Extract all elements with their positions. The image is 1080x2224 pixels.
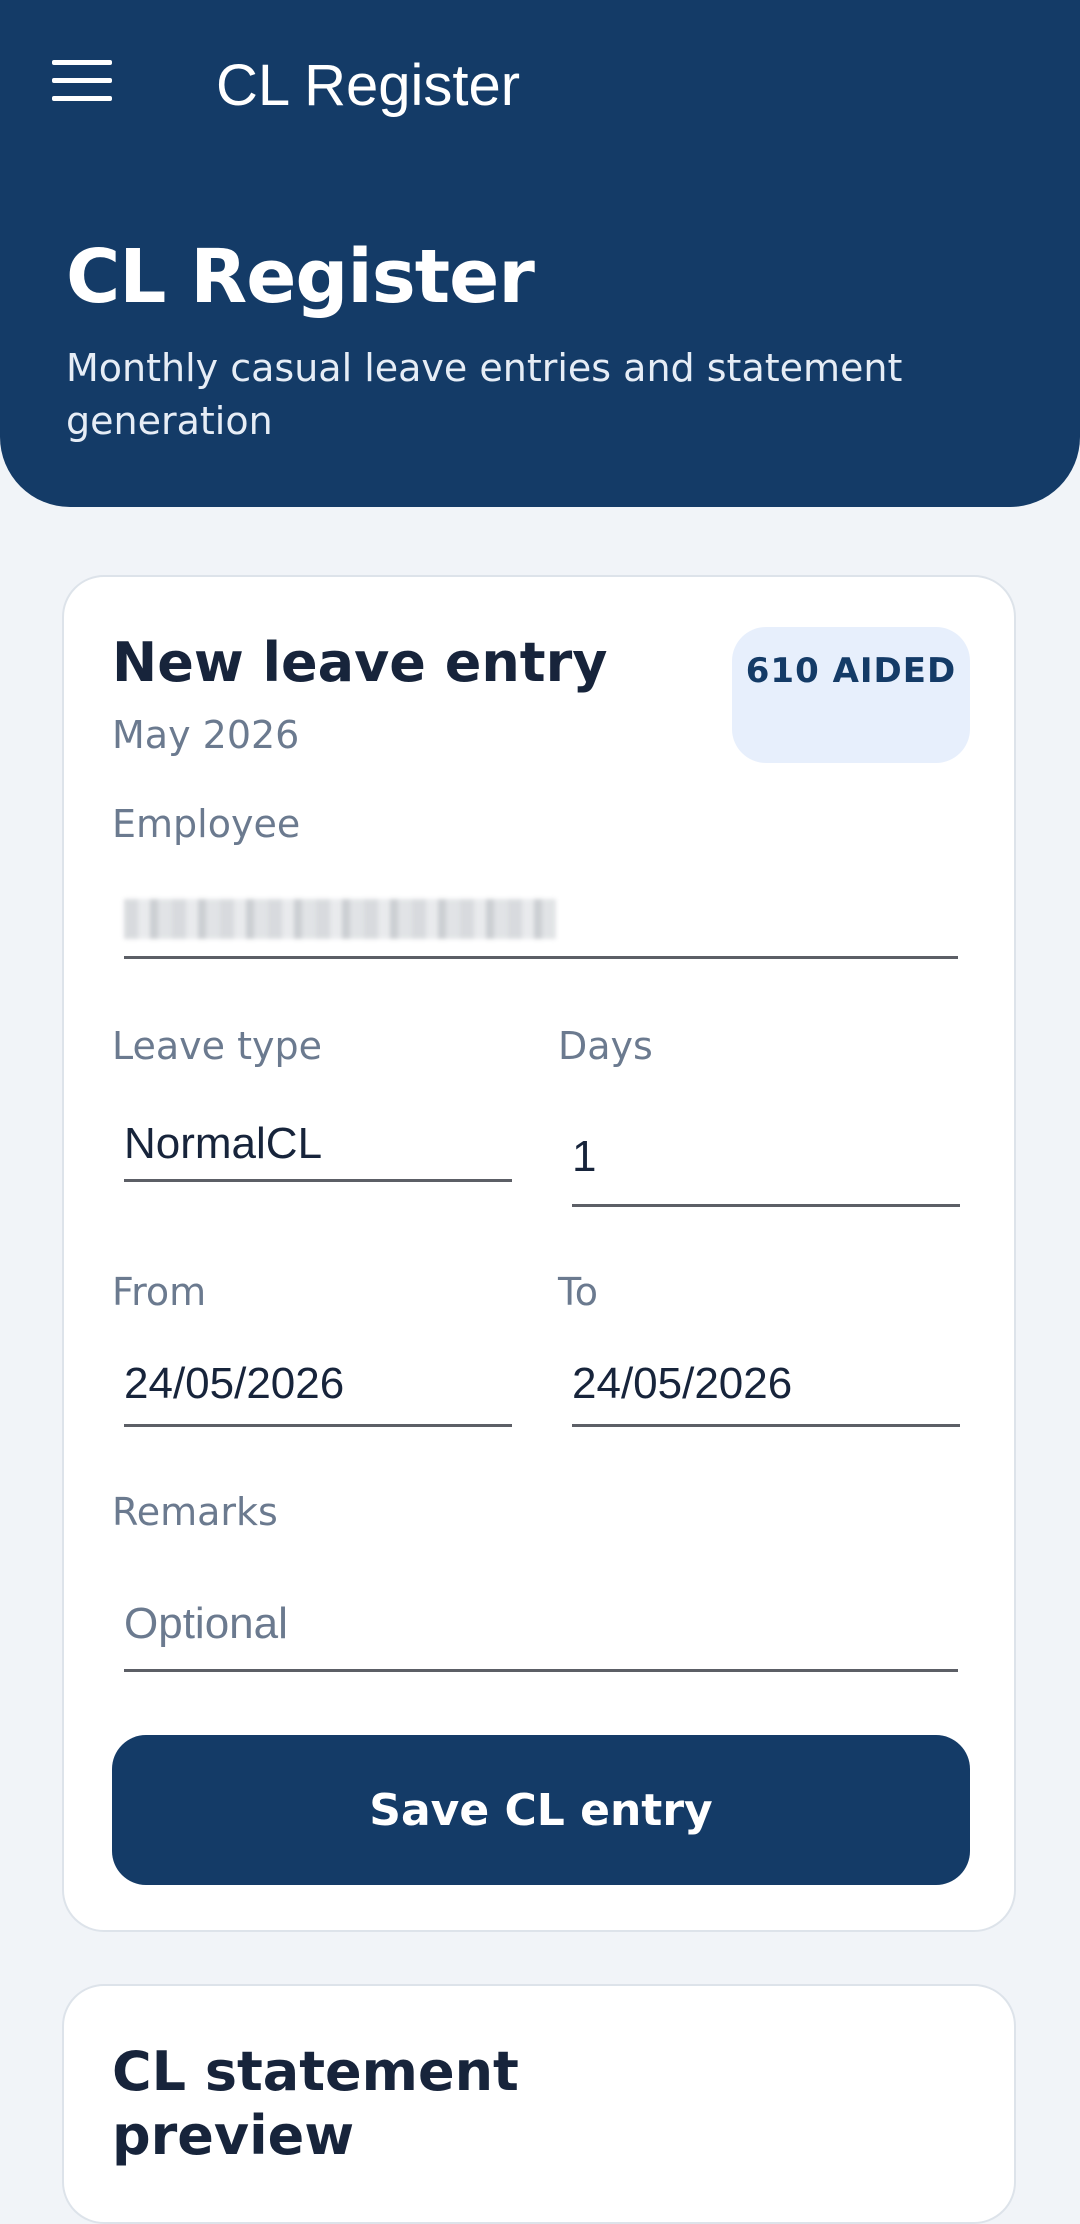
employee-label: Employee xyxy=(112,802,301,846)
preview-card-title: CL statement preview xyxy=(112,2040,519,2167)
new-leave-entry-card: New leave entry May 2026 610 AIDED Emplo… xyxy=(62,575,1016,1932)
cl-statement-preview-card: CL statement preview xyxy=(62,1984,1016,2224)
app-bar-title: CL Register xyxy=(216,53,521,118)
save-cl-entry-button[interactable]: Save CL entry xyxy=(112,1735,970,1885)
from-date-field[interactable] xyxy=(124,1352,512,1427)
redacted-employee-name xyxy=(124,899,556,939)
to-label: To xyxy=(558,1270,599,1314)
institution-badge: 610 AIDED xyxy=(732,627,970,763)
page-title: CL Register xyxy=(66,234,535,320)
leave-type-label: Leave type xyxy=(112,1024,323,1068)
remarks-field[interactable] xyxy=(124,1587,958,1672)
card-title: New leave entry xyxy=(112,631,608,694)
days-label: Days xyxy=(558,1024,653,1068)
leave-type-select[interactable] xyxy=(124,1117,512,1182)
days-field[interactable] xyxy=(572,1117,960,1207)
page-subtitle: Monthly casual leave entries and stateme… xyxy=(66,346,903,443)
to-date-field[interactable] xyxy=(572,1352,960,1427)
remarks-label: Remarks xyxy=(112,1490,278,1534)
hero-header: CL Register Monthly casual leave entries… xyxy=(0,170,1080,507)
from-label: From xyxy=(112,1270,207,1314)
card-month: May 2026 xyxy=(112,713,300,757)
hamburger-menu-icon[interactable] xyxy=(52,60,112,106)
app-bar: CL Register xyxy=(0,0,1080,170)
